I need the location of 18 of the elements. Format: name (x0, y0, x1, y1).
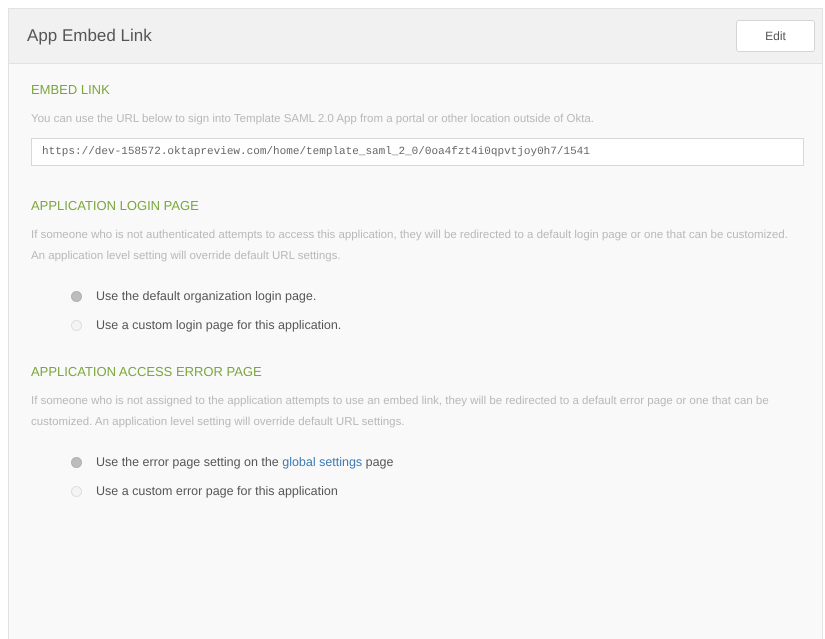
section-description: If someone who is not assigned to the application attempts to use an embed link, they will be redirected to a default error page or one that can be customized. An application level setting will override default URL settings. (31, 394, 770, 430)
section-heading: APPLICATION LOGIN PAGE (31, 198, 200, 213)
radio-button[interactable] (71, 320, 82, 330)
section-heading: APPLICATION ACCESS ERROR PAGE (31, 364, 263, 379)
option-label: Use the default organization login page. (96, 289, 316, 303)
radio-button[interactable] (71, 290, 82, 302)
url-field[interactable]: https://dev-158572.oktapreview.com/home/template_saml_2_0/0oa4fzt4i0qpvtjoy0h7/1541 (31, 138, 804, 166)
option-label: Use the error page setting on the global settings page (96, 455, 394, 469)
radio-button[interactable] (71, 456, 82, 468)
section-description: You can use the URL below to sign into Template SAML 2.0 App from a portal or other location outside of Okta. (31, 112, 595, 127)
option-label: Use a custom error page for this application (96, 484, 338, 498)
radio-button[interactable] (71, 486, 82, 496)
global-settings-link[interactable]: global settings (282, 455, 362, 469)
panel-title: App Embed Link (27, 26, 152, 46)
section-description: If someone who is not authenticated attempts to access this application, they will be redirected to a default login page or one that can be customized. An application level setting will override default URL settings. (31, 228, 789, 264)
section-heading: EMBED LINK (31, 82, 111, 97)
option-label: Use a custom login page for this application. (96, 318, 342, 332)
edit-button[interactable]: Edit (736, 20, 815, 52)
